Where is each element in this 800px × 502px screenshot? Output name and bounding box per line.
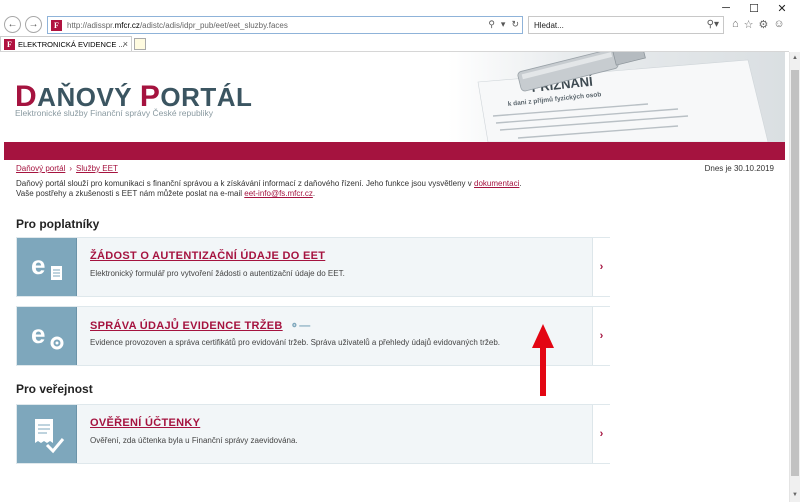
favorites-star-icon[interactable]: ☆ bbox=[744, 18, 754, 31]
breadcrumb-separator: › bbox=[69, 164, 73, 173]
card-tile-receipt bbox=[17, 405, 77, 463]
chevron-right-icon[interactable]: › bbox=[592, 238, 610, 296]
tab-close-icon[interactable]: × bbox=[123, 39, 128, 49]
card-revenue-records[interactable]: e SPRÁVA ÚDAJŮ EVIDENCE TRŽEB ⚬— Evidence… bbox=[16, 306, 610, 366]
red-annotation-arrow bbox=[532, 324, 554, 396]
header-red-bar bbox=[4, 142, 785, 160]
settings-gear-icon[interactable]: ⚙ bbox=[759, 18, 769, 31]
intro-line-1: Daňový portál slouží pro komunikaci s fi… bbox=[16, 179, 522, 188]
toolbar-icons: ⌂ ☆ ⚙ ☺ bbox=[732, 18, 785, 31]
svg-text:e: e bbox=[31, 319, 45, 349]
card-auth-request[interactable]: e ŽÁDOST O AUTENTIZAČNÍ ÚDAJE DO EET Ele… bbox=[16, 237, 610, 297]
intro-line-2: Vaše postřehy a zkušenosti s EET nám můž… bbox=[16, 189, 316, 198]
key-icon: ⚬— bbox=[289, 320, 311, 332]
card-receipt-verification[interactable]: OVĚŘENÍ ÚČTENKY Ověření, zda účtenka byl… bbox=[16, 404, 610, 464]
receipt-check-icon bbox=[35, 419, 65, 454]
search-placeholder: Hledat... bbox=[534, 20, 564, 30]
page-viewport: DAŇOVÝ PORTÁL Elektronické služby Finanč… bbox=[0, 52, 789, 502]
dropdown-icon[interactable]: ▾ bbox=[501, 19, 506, 30]
scroll-up-icon[interactable]: ▲ bbox=[792, 55, 798, 61]
eet-form-icon: e bbox=[31, 250, 62, 280]
search-icon[interactable]: ⚲ bbox=[488, 19, 495, 30]
forward-icon[interactable]: → bbox=[25, 16, 42, 33]
vertical-scrollbar[interactable]: ▲ ▼ bbox=[789, 52, 800, 502]
search-box[interactable]: Hledat... ⚲▾ bbox=[528, 16, 724, 34]
search-magnifier-icon[interactable]: ⚲▾ bbox=[707, 19, 719, 30]
chevron-right-icon[interactable]: › bbox=[592, 405, 610, 463]
documentation-link[interactable]: dokumentaci bbox=[474, 179, 519, 188]
scrollbar-thumb[interactable] bbox=[791, 70, 799, 476]
browser-tab-active[interactable]: F ELEKTRONICKÁ EVIDENCE ... × bbox=[0, 36, 132, 52]
address-bar[interactable]: F http://adisspr.mfcr.cz/adistc/adis/idp… bbox=[47, 16, 523, 34]
card-title-records[interactable]: SPRÁVA ÚDAJŮ EVIDENCE TRŽEB ⚬— bbox=[90, 319, 311, 332]
current-date: Dnes je 30.10.2019 bbox=[704, 164, 774, 173]
feedback-smiley-icon[interactable]: ☺ bbox=[773, 18, 784, 31]
url-text: http://adisspr.mfcr.cz/adistc/adis/idpr_… bbox=[67, 20, 288, 30]
tab-favicon-icon: F bbox=[4, 39, 15, 50]
breadcrumb-daňový-portál[interactable]: Daňový portál bbox=[16, 164, 65, 173]
portal-tagline: Elektronické služby Finanční správy Česk… bbox=[15, 108, 213, 118]
tab-bar: F ELEKTRONICKÁ EVIDENCE ... × bbox=[0, 36, 800, 52]
section-heading-public: Pro veřejnost bbox=[16, 382, 93, 396]
breadcrumb-sluzby-eet[interactable]: Služby EET bbox=[76, 164, 118, 173]
tab-title: ELEKTRONICKÁ EVIDENCE ... bbox=[18, 40, 125, 49]
email-link[interactable]: eet-info@fs.mfcr.cz bbox=[244, 189, 313, 198]
browser-navbar: ← → F http://adisspr.mfcr.cz/adistc/adis… bbox=[0, 14, 800, 36]
portal-header: DAŇOVÝ PORTÁL Elektronické služby Finanč… bbox=[4, 52, 785, 142]
home-icon[interactable]: ⌂ bbox=[732, 18, 739, 31]
card-desc-auth: Elektronický formulář pro vytvoření žádo… bbox=[90, 269, 345, 278]
card-title-receipt[interactable]: OVĚŘENÍ ÚČTENKY bbox=[90, 417, 200, 429]
card-desc-receipt: Ověření, zda účtenka byla u Finanční spr… bbox=[90, 436, 298, 445]
section-heading-taxpayers: Pro poplatníky bbox=[16, 217, 100, 231]
header-tax-form-image: PŘIZNÁNÍ k dani z příjmů fyzických osob bbox=[448, 52, 785, 142]
refresh-icon[interactable]: ↻ bbox=[511, 19, 519, 30]
address-tools: ⚲ ▾ ↻ bbox=[488, 19, 519, 30]
svg-text:e: e bbox=[31, 250, 45, 280]
new-tab-button[interactable] bbox=[134, 38, 146, 50]
chevron-right-icon[interactable]: › bbox=[592, 307, 610, 365]
card-tile-records: e bbox=[17, 307, 77, 365]
card-desc-records: Evidence provozoven a správa certifikátů… bbox=[90, 338, 501, 347]
back-icon[interactable]: ← bbox=[4, 16, 21, 33]
card-tile-auth: e bbox=[17, 238, 77, 296]
breadcrumb: Daňový portál › Služby EET bbox=[16, 164, 118, 173]
site-favicon-icon: F bbox=[51, 19, 62, 31]
card-title-auth[interactable]: ŽÁDOST O AUTENTIZAČNÍ ÚDAJE DO EET bbox=[90, 250, 325, 262]
intro-text: Daňový portál slouží pro komunikaci s fi… bbox=[16, 179, 776, 199]
eet-settings-icon: e bbox=[31, 319, 64, 350]
scroll-down-icon[interactable]: ▼ bbox=[792, 492, 798, 498]
